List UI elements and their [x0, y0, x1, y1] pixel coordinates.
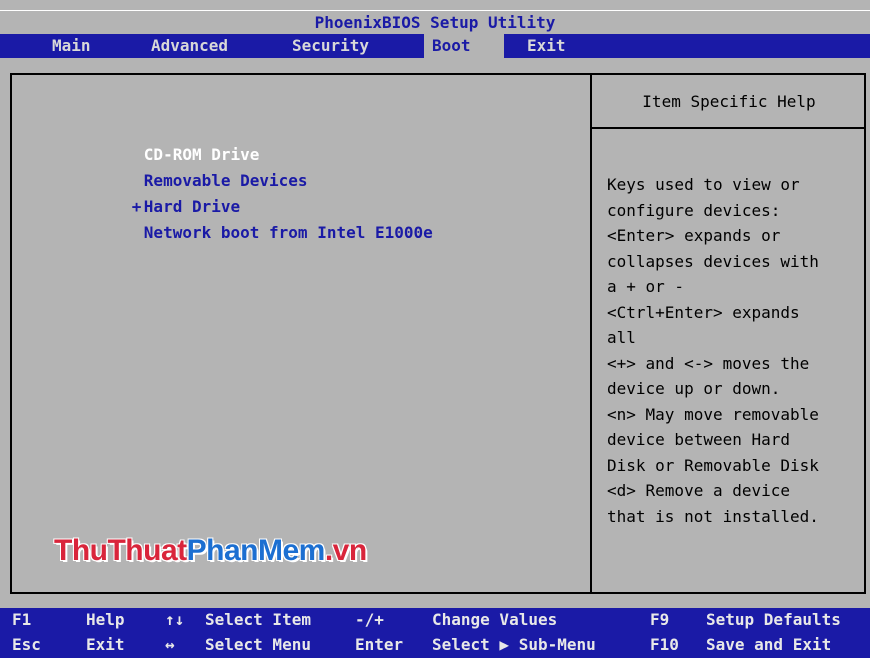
help-line: device between Hard — [607, 430, 791, 449]
help-line: <n> May move removable — [607, 404, 819, 424]
help-line: configure devices: — [607, 200, 781, 220]
key-esc: Esc — [12, 635, 41, 654]
boot-item-label: CD-ROM Drive — [143, 145, 260, 164]
boot-item-label: Hard Drive — [143, 197, 241, 216]
arrows-updown-icon: ↑↓ — [165, 610, 185, 629]
key-desc-submenu: Select ▶ Sub-Menu — [432, 635, 596, 654]
key-desc-help: Help — [86, 610, 125, 629]
key-f1: F1 — [12, 610, 32, 629]
help-line: <d> Remove a device — [607, 481, 791, 500]
key-f10: F10 — [650, 635, 679, 654]
watermark-part: .vn — [324, 534, 367, 567]
key-desc-save-exit: Save and Exit — [706, 635, 832, 654]
boot-item-label: Removable Devices — [143, 171, 308, 190]
boot-item-label: Network boot from Intel E1000e — [143, 223, 433, 242]
help-line: a + or - — [607, 277, 685, 296]
key-desc-select-item: Select Item — [205, 610, 311, 629]
watermark-logo: ThuThuatPhanMem.vn — [54, 534, 367, 568]
watermark-part: PhanMem — [186, 534, 326, 567]
help-line: collapses devices with — [607, 251, 819, 271]
boot-order-list: CD-ROM Drive Removable Devices + Hard Dri… — [74, 116, 433, 242]
help-line: <+> and <-> moves the — [607, 353, 810, 373]
menu-bar: Main Advanced Security Boot Exit — [0, 34, 870, 58]
key-desc-change-values: Change Values — [432, 610, 558, 629]
panel-divider — [590, 73, 592, 594]
key-minus-plus: -/+ — [355, 610, 384, 629]
watermark-part: ThuThuat — [54, 534, 187, 567]
help-line: all — [607, 328, 636, 347]
help-line: <Ctrl+Enter> expands — [607, 302, 800, 322]
key-legend-bar: F1 Help ↑↓ Select Item -/+ Change Values… — [0, 608, 870, 658]
window-title: PhoenixBIOS Setup Utility — [0, 10, 870, 35]
help-title: Item Specific Help — [642, 92, 816, 111]
bios-screen: PhoenixBIOS Setup Utility Main Advanced … — [0, 0, 870, 658]
help-line: <Enter> expands or — [607, 226, 781, 245]
help-text: Keys used to view or configure devices: … — [607, 172, 857, 529]
help-line: Disk or Removable Disk — [607, 455, 819, 475]
help-line: that is not installed. — [607, 506, 819, 526]
tab-security[interactable]: Security — [284, 34, 377, 58]
help-divider — [592, 127, 866, 129]
expand-icon: + — [131, 197, 142, 216]
key-desc-exit: Exit — [86, 635, 125, 654]
key-f9: F9 — [650, 610, 670, 629]
tab-boot[interactable]: Boot — [424, 34, 504, 58]
arrows-leftright-icon: ↔ — [165, 635, 175, 654]
key-desc-setup-defaults: Setup Defaults — [706, 610, 841, 629]
help-line: Keys used to view or — [607, 175, 800, 194]
key-enter: Enter — [355, 635, 404, 654]
boot-item-cdrom[interactable]: CD-ROM Drive — [74, 116, 433, 164]
key-desc-select-menu: Select Menu — [205, 635, 311, 654]
help-line: device up or down. — [607, 379, 781, 398]
tab-main[interactable]: Main — [44, 34, 99, 58]
tab-advanced[interactable]: Advanced — [143, 34, 236, 58]
tab-exit[interactable]: Exit — [519, 34, 574, 58]
